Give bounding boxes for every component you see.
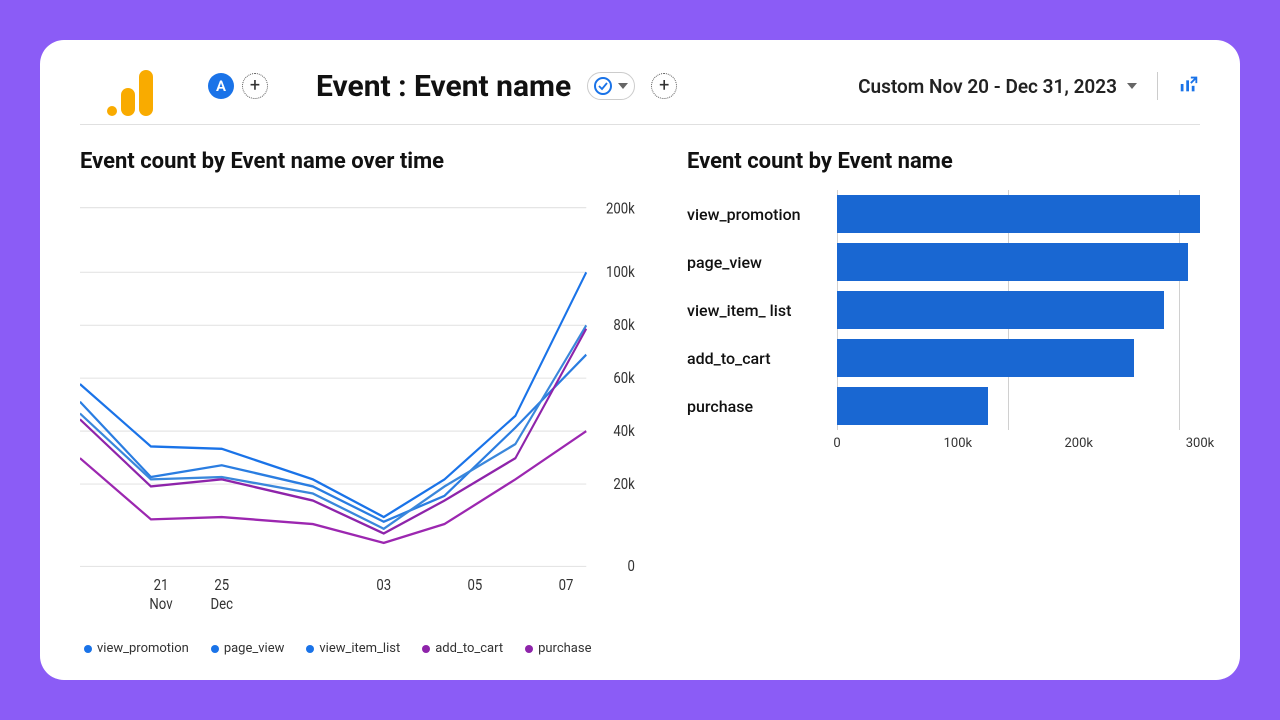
x-tick-sub: Nov — [149, 596, 172, 613]
series-page-view — [80, 355, 586, 522]
date-range-picker[interactable]: Custom Nov 20 - Dec 31, 2023 — [858, 75, 1137, 98]
bar-x-tick: 100k — [944, 436, 973, 451]
x-tick: 05 — [467, 577, 482, 594]
analytics-card: A + Event : Event name + Custom Nov 20 -… — [40, 40, 1240, 680]
bar-label: purchase — [687, 397, 837, 416]
check-icon — [594, 77, 612, 95]
bar-chart-panel: Event count by Event name view_promotion — [687, 149, 1200, 656]
x-tick: 25 — [214, 577, 229, 594]
bar-label: page_view — [687, 253, 837, 272]
y-tick: 0 — [627, 558, 634, 575]
bar-fill — [837, 243, 1188, 281]
customize-report-icon[interactable] — [1178, 73, 1200, 99]
bar-row: page_view — [687, 238, 1200, 286]
bar-fill — [837, 339, 1134, 377]
bar-row: view_item_ list — [687, 286, 1200, 334]
bar-chart: view_promotion page_view view_item_ list… — [687, 190, 1200, 656]
topbar: A + Event : Event name + Custom Nov 20 -… — [80, 56, 1200, 125]
segment-badge[interactable]: A — [208, 73, 234, 99]
bar-x-tick: 200k — [1064, 436, 1093, 451]
y-tick: 200k — [606, 201, 636, 218]
x-tick-sub: Dec — [211, 596, 233, 613]
y-tick: 80k — [613, 317, 635, 334]
legend-item[interactable]: page_view — [211, 641, 285, 656]
legend-item[interactable]: purchase — [525, 641, 591, 656]
bar-label: view_promotion — [687, 205, 837, 224]
bar-row: purchase — [687, 382, 1200, 430]
series-view-item-list — [80, 325, 586, 529]
y-tick: 20k — [613, 476, 635, 493]
x-tick: 07 — [559, 577, 574, 594]
y-tick: 100k — [606, 264, 636, 281]
add-filter-button[interactable]: + — [651, 73, 677, 99]
bar-fill — [837, 387, 988, 425]
x-tick: 21 — [154, 577, 169, 594]
bar-fill — [837, 291, 1164, 329]
y-tick: 60k — [613, 370, 635, 387]
add-segment-button[interactable]: + — [242, 73, 268, 99]
bar-x-axis: 0 100k 200k 300k — [837, 436, 1200, 456]
bar-x-tick: 0 — [833, 436, 840, 451]
bar-row: add_to_cart — [687, 334, 1200, 382]
bar-label: add_to_cart — [687, 349, 837, 368]
analytics-logo — [100, 56, 160, 116]
line-chart-legend: view_promotion page_view view_item_list … — [80, 641, 647, 656]
bar-chart-title: Event count by Event name — [687, 149, 1200, 174]
bar-fill — [837, 195, 1200, 233]
y-tick: 40k — [613, 423, 635, 440]
divider — [1157, 72, 1158, 100]
bar-x-tick: 300k — [1186, 436, 1215, 451]
line-chart-panel: Event count by Event name over time 200k… — [80, 149, 647, 656]
legend-item[interactable]: view_promotion — [84, 641, 189, 656]
date-range-text: Custom Nov 20 - Dec 31, 2023 — [858, 75, 1117, 98]
chevron-down-icon — [1127, 83, 1137, 89]
report-title: Event : Event name — [316, 69, 571, 104]
line-chart-title: Event count by Event name over time — [80, 149, 647, 174]
bar-label: view_item_ list — [687, 301, 837, 320]
content: Event count by Event name over time 200k… — [80, 125, 1200, 656]
legend-item[interactable]: view_item_list — [306, 641, 400, 656]
line-chart: 200k 100k 80k 60k 40k 20k 0 21 Nov 25 De… — [80, 190, 647, 637]
filter-pill[interactable] — [587, 72, 635, 100]
legend-item[interactable]: add_to_cart — [422, 641, 503, 656]
chevron-down-icon — [618, 83, 628, 89]
x-tick: 03 — [376, 577, 391, 594]
bar-row: view_promotion — [687, 190, 1200, 238]
